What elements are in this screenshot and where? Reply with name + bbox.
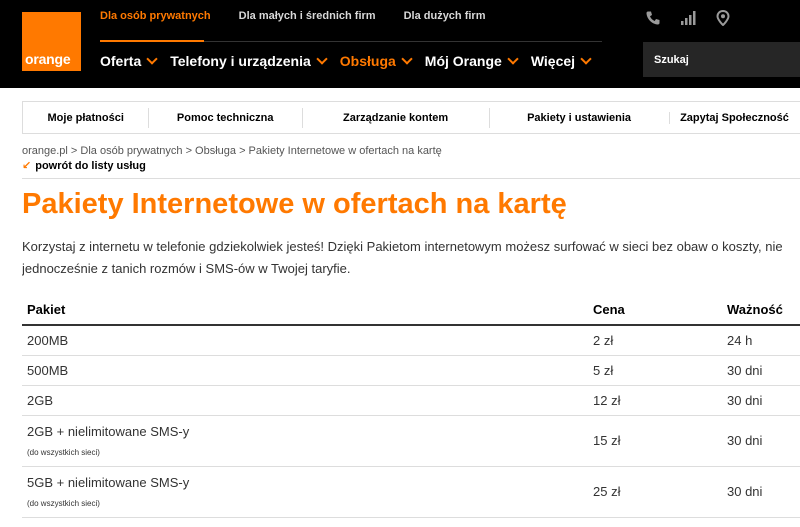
search-box [643,42,800,77]
cell-pakiet: 200MB [27,333,69,348]
cell-pakiet-label: 5GB + nielimitowane SMS-y [27,475,190,490]
nav-obsluga[interactable]: Obsługa [339,52,413,69]
header-pakiet: Pakiet [27,302,66,317]
cell-pakiet: 2GB [27,393,54,408]
nav-wiecej-label: Więcej [530,53,576,69]
table-row: 5GB + nielimitowane SMS-y (do wszystkich… [22,467,800,518]
segment-active-underline [100,40,204,42]
nav-obsluga-label: Obsługa [339,53,396,69]
subnav-tech-support[interactable]: Pomoc techniczna [148,107,302,128]
location-pin-icon[interactable] [714,10,732,26]
site-header: orange Dla osób prywatnych Dla małych i … [0,0,800,88]
nav-telefony[interactable]: Telefony i urządzenia [170,52,328,69]
orange-logo[interactable]: orange [22,12,81,71]
back-arrow-icon: ↙ [22,160,32,172]
search-input[interactable] [643,42,800,77]
sub-nav: Moje płatności Pomoc techniczna Zarządza… [22,101,800,134]
segment-small-business[interactable]: Dla małych i średnich firm [239,10,376,22]
header-cena: Cena [593,302,625,317]
intro-text: Korzystaj z internetu w telefonie gdziek… [22,236,800,280]
chevron-down-icon [146,52,158,65]
cell-pakiet: 5GB + nielimitowane SMS-y (do wszystkich… [27,475,189,508]
segment-private[interactable]: Dla osób prywatnych [100,10,211,22]
cell-waznosc: 30 dni [727,363,763,378]
chevron-down-icon [401,52,413,65]
packages-table: Pakiet Cena Ważność 200MB 2 zł 24 h 500M… [22,295,800,518]
segment-large-business[interactable]: Dla dużych firm [404,10,486,22]
chevron-down-icon [507,52,519,65]
logo-text: orange [25,51,71,67]
subnav-account[interactable]: Zarządzanie kontem [301,107,489,128]
table-row: 2GB + nielimitowane SMS-y (do wszystkich… [22,416,800,467]
cell-waznosc: 30 dni [727,484,763,499]
utility-icons [644,10,749,26]
cell-pakiet-label: 2GB + nielimitowane SMS-y [27,424,190,439]
page-title: Pakiety Internetowe w ofertach na kartę [22,188,567,220]
cell-pakiet: 500MB [27,363,69,378]
subnav-payments[interactable]: Moje płatności [23,112,148,124]
table-row: 200MB 2 zł 24 h [22,326,800,356]
table-header: Pakiet Cena Ważność [22,295,800,326]
cell-pakiet-note: (do wszystkich sieci) [27,448,100,457]
nav-oferta[interactable]: Oferta [100,52,158,69]
cell-cena: 2 zł [593,333,614,348]
nav-moj-orange[interactable]: Mój Orange [424,52,519,69]
header-waznosc: Ważność [727,302,783,317]
table-row: 2GB 12 zł 30 dni [22,386,800,416]
breadcrumb[interactable]: orange.pl > Dla osób prywatnych > Obsług… [22,145,442,157]
chevron-down-icon [316,52,328,65]
cell-cena: 25 zł [593,484,621,499]
signal-bars-icon[interactable] [679,10,697,26]
cell-waznosc: 30 dni [727,393,763,408]
table-row: 500MB 5 zł 30 dni [22,356,800,386]
main-nav: Oferta Telefony i urządzenia Obsługa Mój… [100,52,604,69]
nav-telefony-label: Telefony i urządzenia [170,53,311,69]
subnav-packages[interactable]: Pakiety i ustawienia [489,107,669,128]
segment-nav: Dla osób prywatnych Dla małych i średnic… [100,10,513,22]
cell-pakiet-note: (do wszystkich sieci) [27,499,100,508]
nav-wiecej[interactable]: Więcej [530,52,592,69]
cell-waznosc: 30 dni [727,433,763,448]
back-link[interactable]: ↙ powrót do listy usług [22,159,146,173]
cell-cena: 5 zł [593,363,614,378]
nav-moj-orange-label: Mój Orange [424,53,502,69]
content-divider [22,178,800,179]
cell-cena: 12 zł [593,393,621,408]
chevron-down-icon [580,52,592,65]
intro-line-2: jednocześnie z tanich rozmów i SMS-ów w … [22,261,351,276]
cell-cena: 15 zł [593,433,621,448]
cell-pakiet: 2GB + nielimitowane SMS-y (do wszystkich… [27,424,189,457]
back-link-label: powrót do listy usług [35,159,146,172]
intro-line-1: Korzystaj z internetu w telefonie gdziek… [22,239,783,254]
nav-oferta-label: Oferta [100,53,142,69]
phone-icon[interactable] [644,10,662,26]
subnav-community[interactable]: Zapytaj Społeczność [668,111,800,124]
cell-waznosc: 24 h [727,333,753,348]
